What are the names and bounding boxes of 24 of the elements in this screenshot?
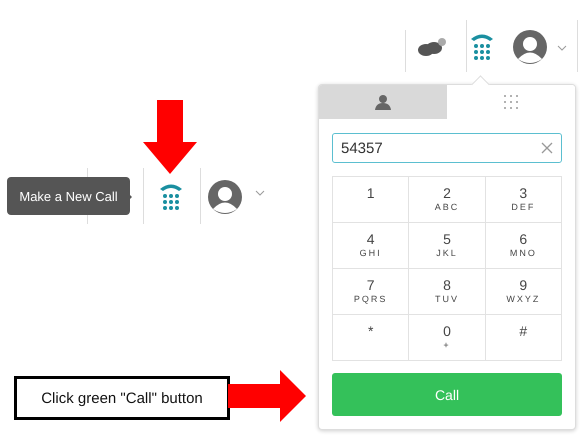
dial-key[interactable]: 0 + — [409, 315, 486, 361]
clear-icon[interactable] — [541, 142, 553, 154]
dial-key[interactable]: 8 TUV — [409, 269, 486, 315]
person-icon — [375, 94, 391, 110]
tooltip: Make a New Call — [7, 177, 130, 215]
dial-key[interactable]: 1 — [333, 177, 410, 223]
dial-key[interactable]: 3 DEF — [486, 177, 562, 223]
dial-key[interactable]: 5 JKL — [409, 223, 486, 269]
chat-icon[interactable] — [416, 38, 446, 58]
annotation-callout: Click green "Call" button — [14, 376, 230, 420]
dial-key[interactable]: 4 GHI — [333, 223, 410, 269]
caret-icon[interactable] — [557, 45, 567, 51]
dial-key[interactable]: 7 PQRS — [333, 269, 410, 315]
dial-key[interactable]: 9 WXYZ — [486, 269, 562, 315]
dial-key[interactable]: 6 MNO — [486, 223, 562, 269]
avatar-icon[interactable] — [513, 30, 547, 64]
keypad-icon — [503, 94, 519, 110]
dialpad-tab[interactable] — [319, 85, 447, 119]
avatar-icon[interactable] — [208, 180, 242, 214]
dial-key[interactable]: 2 ABC — [409, 177, 486, 223]
number-field[interactable]: 54357 — [332, 133, 562, 163]
caret-icon[interactable] — [255, 190, 265, 196]
dial-key[interactable]: # — [486, 315, 562, 361]
dial-key[interactable]: * — [333, 315, 410, 361]
